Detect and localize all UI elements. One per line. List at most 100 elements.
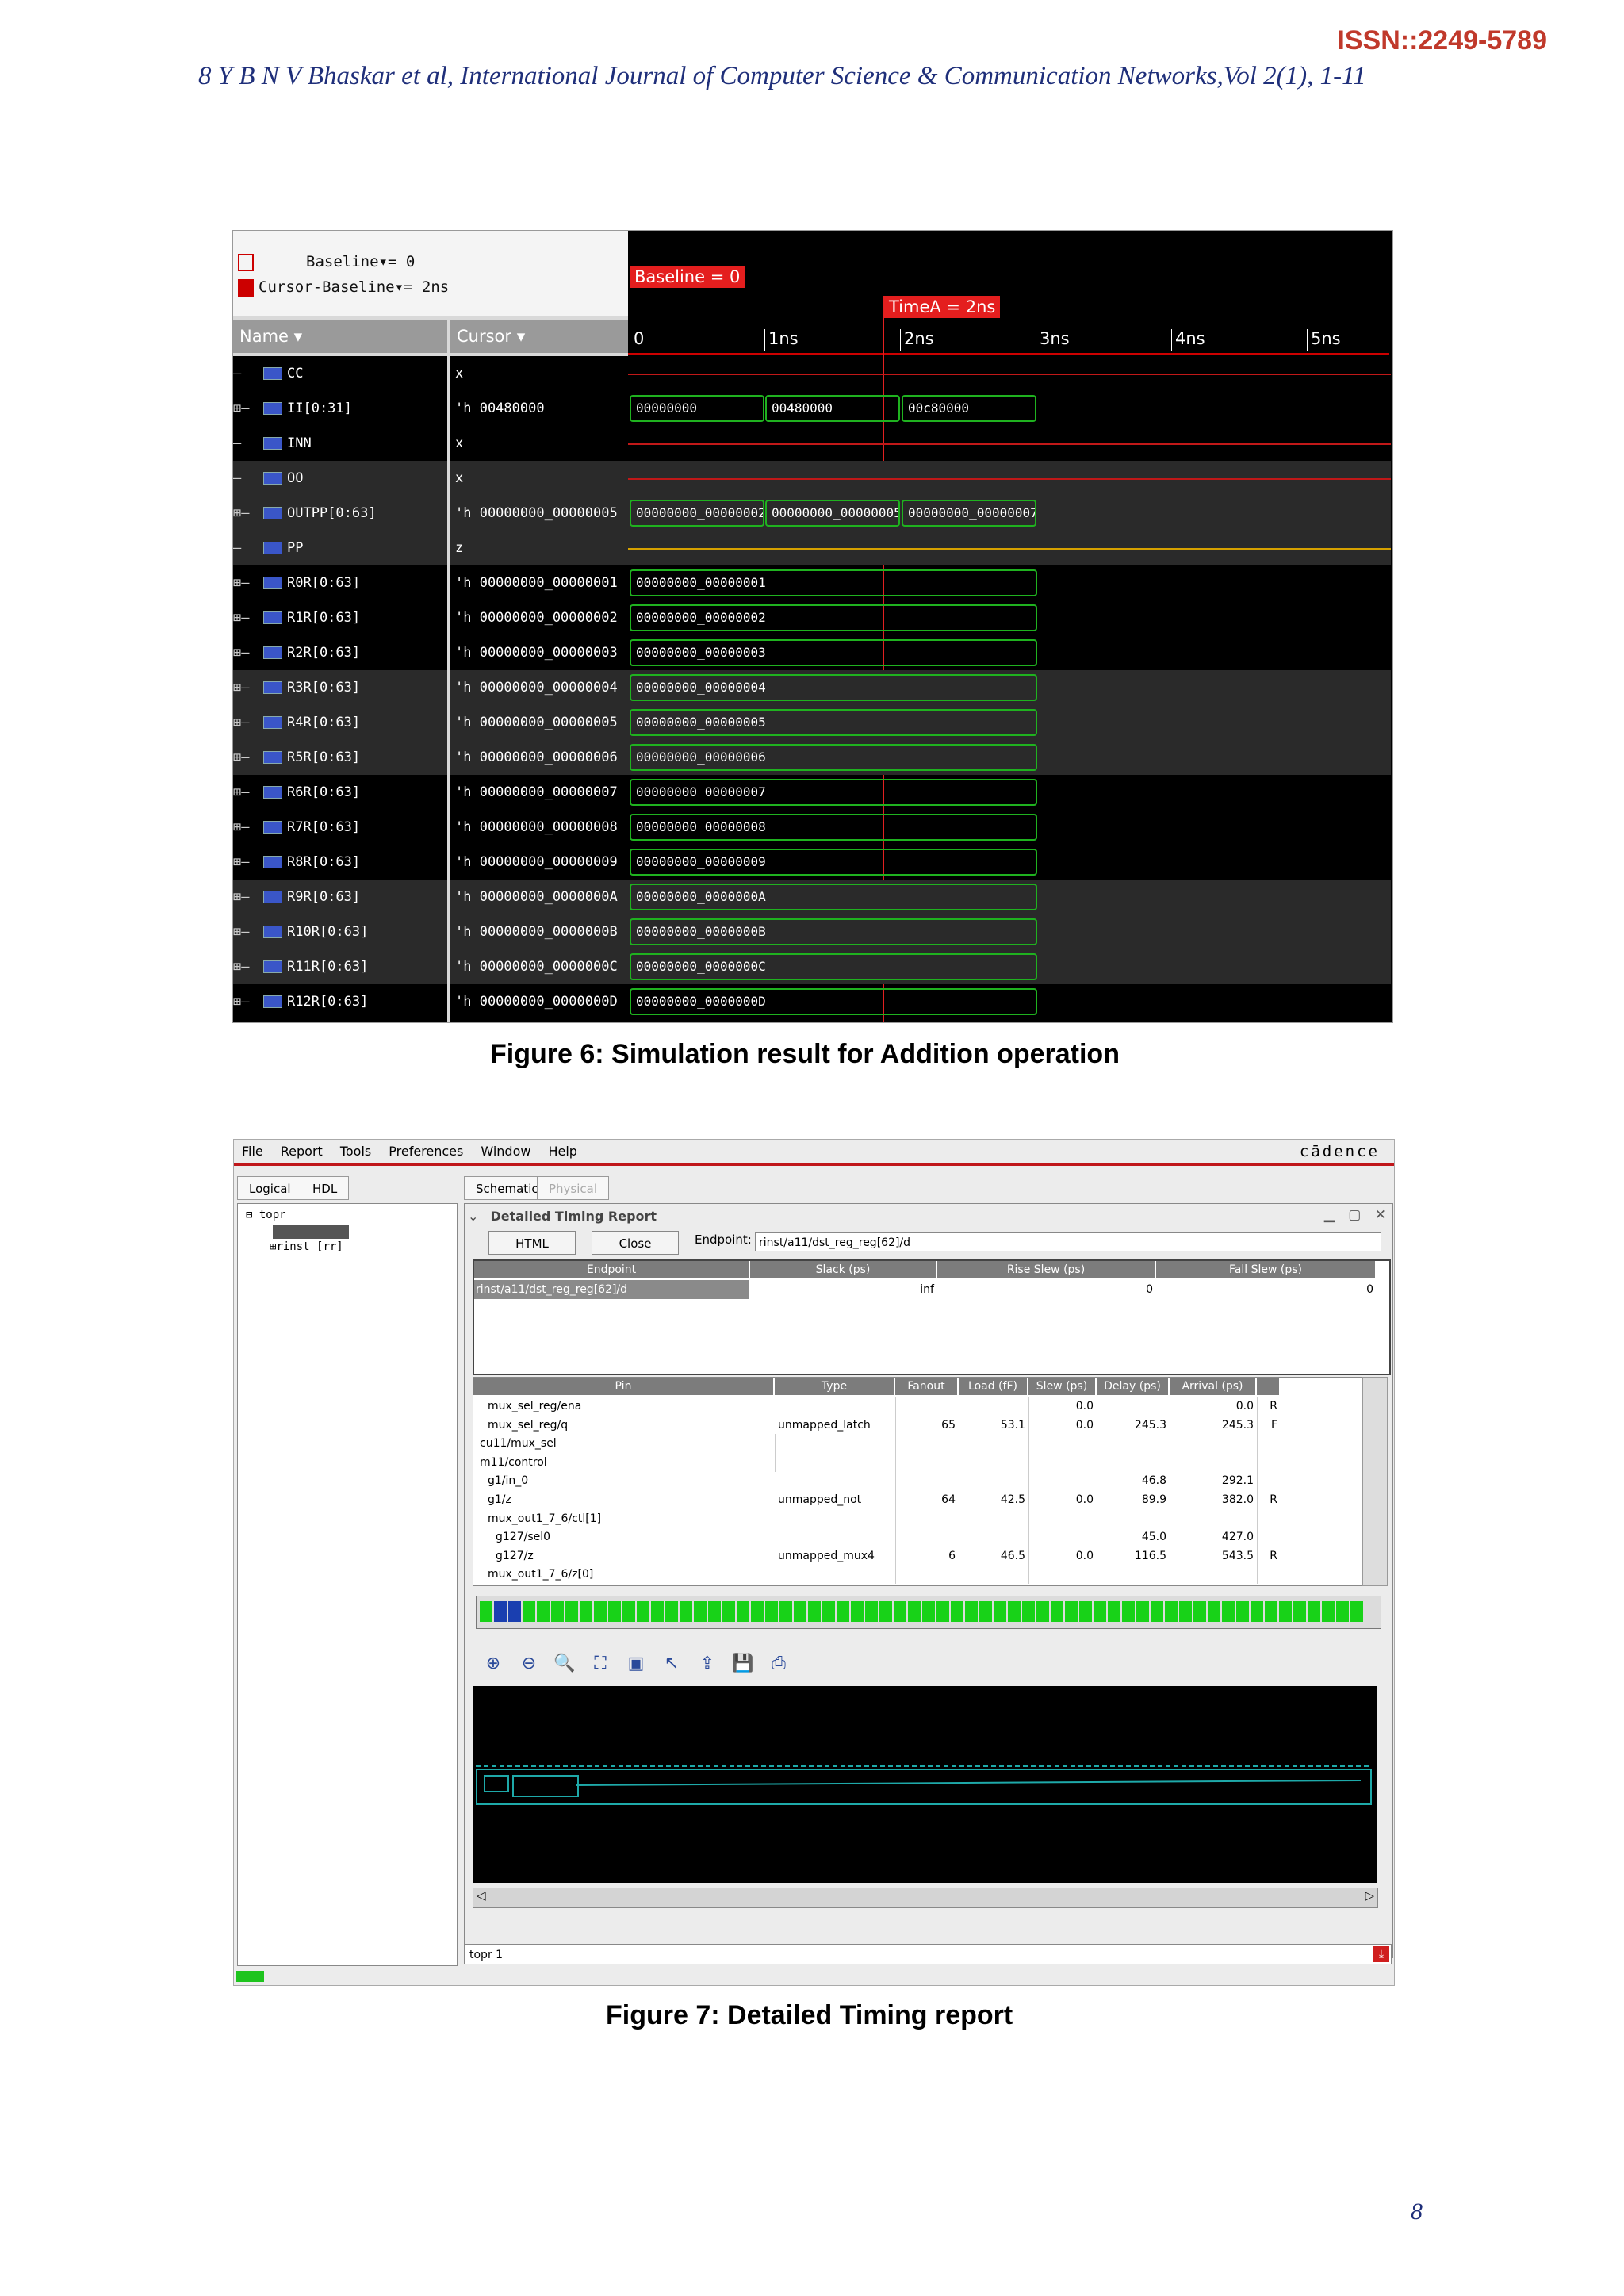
path-bar[interactable] [476,1596,1381,1629]
path-bar-segment[interactable] [1308,1601,1320,1622]
close-button[interactable]: Close [592,1231,679,1255]
signal-row[interactable]: ⊞— R1R[0:63] [233,600,447,635]
path-table-header[interactable]: Type [775,1378,894,1395]
path-table-cell[interactable]: R [1257,1546,1281,1566]
expand-icon[interactable]: ⊞— [233,635,260,670]
path-bar-segment[interactable] [1122,1601,1135,1622]
zoom-area-icon[interactable]: 🔍 [553,1653,576,1675]
path-table-cell[interactable] [1028,1452,1097,1472]
path-table-cell[interactable] [1170,1508,1258,1528]
path-bar-segment[interactable] [894,1601,906,1622]
path-table-cell[interactable]: 116.5 [1097,1546,1170,1566]
path-table-cell[interactable] [895,1527,959,1547]
path-table-cell[interactable] [895,1452,959,1472]
path-bar-segment[interactable] [1079,1601,1092,1622]
path-table-cell[interactable]: g127/z [473,1546,791,1566]
minimize-icon[interactable]: ▁ [1324,1207,1335,1223]
path-table-cell[interactable] [1097,1508,1170,1528]
path-bar-segment[interactable] [851,1601,864,1622]
path-table-cell[interactable]: 0.0 [1028,1546,1097,1566]
path-table-cell[interactable] [959,1508,1029,1528]
path-bar-segment[interactable] [1008,1601,1021,1622]
path-table-cell[interactable]: 53.1 [959,1415,1029,1435]
path-table-cell[interactable]: 89.9 [1097,1490,1170,1509]
path-table-cell[interactable]: mux_sel_reg/ena [473,1397,783,1416]
path-bar-segment[interactable] [979,1601,992,1622]
cursor-column-header[interactable]: Cursor ▾ [450,320,628,353]
bus-segment[interactable]: 00c80000 [902,395,1036,422]
signal-row[interactable]: — CC [233,356,447,391]
path-table-cell[interactable]: 6 [895,1546,959,1566]
endpoint-table-header[interactable]: Slack (ps) [750,1261,936,1278]
path-table-cell[interactable] [1170,1565,1258,1585]
expand-icon[interactable]: ⊞— [233,775,260,810]
fit-view-icon[interactable]: ⛶ [589,1653,611,1675]
bus-segment[interactable]: 00480000 [765,395,900,422]
signal-row[interactable]: ⊞— R2R[0:63] [233,635,447,670]
bus-segment[interactable]: 00000000_00000007 [630,779,1037,806]
path-table-cell[interactable] [895,1471,959,1491]
path-bar-segment[interactable] [822,1601,835,1622]
path-bar-segment[interactable] [779,1601,792,1622]
path-bar-segment[interactable] [1193,1601,1206,1622]
path-table-cell[interactable]: 42.5 [959,1490,1029,1509]
endpoint-table-cell[interactable]: inf [750,1280,936,1299]
timea-tag[interactable]: TimeA = 2ns [884,296,1001,318]
path-bar-segment[interactable] [480,1601,492,1622]
path-table-cell[interactable] [775,1565,896,1585]
path-bar-segment[interactable] [965,1601,978,1622]
path-bar-segment[interactable] [1094,1601,1106,1622]
path-table-header[interactable]: Fanout [895,1378,957,1395]
signal-row[interactable]: ⊞— OUTPP[0:63] [233,496,447,531]
path-bar-segment[interactable] [922,1601,935,1622]
path-table-cell[interactable] [959,1527,1029,1547]
path-bar-segment[interactable] [1336,1601,1349,1622]
path-table-cell[interactable]: R [1257,1397,1281,1416]
bus-segment[interactable]: 00000000_00000002 [630,500,764,527]
path-table-cell[interactable] [1028,1471,1097,1491]
path-table-header[interactable]: Pin [473,1378,773,1395]
path-bar-segment[interactable] [908,1601,921,1622]
signal-row[interactable]: ⊞— R3R[0:63] [233,670,447,705]
path-table-cell[interactable] [775,1452,896,1472]
close-icon[interactable]: ✕ [1375,1207,1386,1223]
path-table-cell[interactable]: 543.5 [1170,1546,1258,1566]
path-table-cell[interactable] [895,1565,959,1585]
path-bar-segment[interactable] [1179,1601,1192,1622]
tree-selected-node[interactable] [273,1225,349,1239]
endpoint-table-header[interactable]: Fall Slew (ps) [1156,1261,1375,1278]
signal-row[interactable]: — INN [233,426,447,461]
path-table-cell[interactable]: 0.0 [1170,1397,1258,1416]
path-table-cell[interactable]: F [1257,1415,1281,1435]
signal-row[interactable]: ⊞— R0R[0:63] [233,565,447,600]
path-bar-segment[interactable] [765,1601,778,1622]
expand-icon[interactable]: ⊞— [233,740,260,775]
signal-row[interactable]: ⊞— R7R[0:63] [233,810,447,845]
path-table-cell[interactable]: unmapped_not [775,1490,896,1509]
expand-icon[interactable]: ⊞— [233,984,260,1019]
path-table-cell[interactable] [959,1434,1029,1454]
expand-icon[interactable]: ⊞— [233,914,260,949]
path-table-scrollbar[interactable] [1362,1377,1388,1586]
path-table-cell[interactable]: unmapped_mux4 [775,1546,896,1566]
path-bar-segment[interactable] [994,1601,1006,1622]
bus-segment[interactable]: 00000000_00000005 [765,500,900,527]
tree-root[interactable]: ⊟ topr [246,1209,286,1221]
path-table-cell[interactable]: 64 [895,1490,959,1509]
tab-hdl[interactable]: HDL [301,1176,350,1200]
signal-row[interactable]: ⊞— II[0:31] [233,391,447,426]
waveform-area[interactable]: Baseline = 0 TimeA = 2ns 0 1ns 2ns 3ns 4ns 5n… [628,231,1392,1022]
path-bar-segment[interactable] [594,1601,607,1622]
expand-icon[interactable]: ⊞— [233,600,260,635]
bus-segment[interactable]: 00000000_0000000A [630,884,1037,910]
path-table-header[interactable]: Slew (ps) [1028,1378,1095,1395]
path-bar-segment[interactable] [1208,1601,1220,1622]
download-icon[interactable]: ⤓ [1373,1946,1389,1962]
bus-segment[interactable]: 00000000_00000005 [630,709,1037,736]
bus-segment[interactable]: 00000000_00000002 [630,604,1037,631]
path-table-cell[interactable] [1097,1397,1170,1416]
horizontal-scrollbar[interactable]: ◁ ▷ [473,1888,1378,1908]
path-table-cell[interactable] [1170,1434,1258,1454]
path-table-cell[interactable] [775,1508,896,1528]
signal-row[interactable]: ⊞— R4R[0:63] [233,705,447,740]
